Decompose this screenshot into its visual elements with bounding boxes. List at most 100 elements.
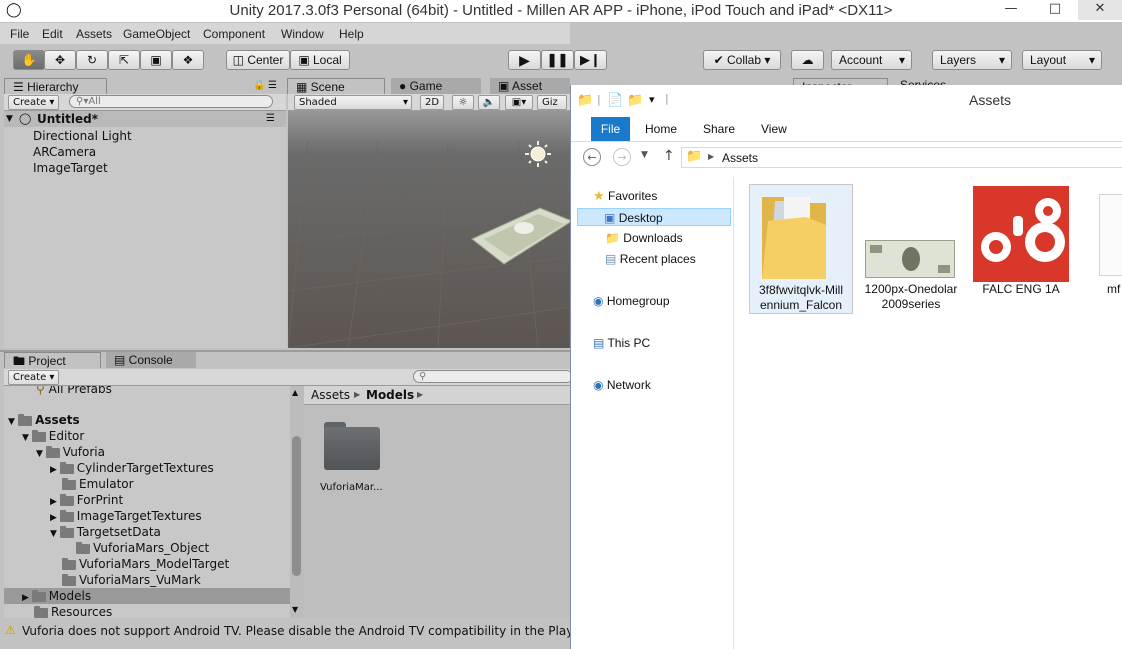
ribbon-file-tab[interactable]: File <box>591 117 630 141</box>
nav-this-pc[interactable]: ▤ This PC <box>593 334 650 352</box>
menu-component[interactable]: Component <box>203 27 265 41</box>
expand-arrow-icon[interactable]: ▼ <box>6 111 13 127</box>
file-item-millennium-falcon[interactable]: 3f8fwvitqlvk-Mill ennium_Falcon <box>749 184 853 314</box>
pivot-local-button[interactable]: ▣ Local <box>290 50 350 70</box>
file-item-falc-eng[interactable]: FALC ENG 1A <box>969 184 1073 314</box>
hierarchy-item-imagetarget[interactable]: ImageTarget <box>33 160 108 176</box>
scene-view[interactable] <box>288 111 570 348</box>
tree-forprint[interactable]: ▶ ForPrint <box>50 492 123 508</box>
tree-editor[interactable]: ▼ Editor <box>22 428 84 444</box>
account-dropdown[interactable]: Account ▾ <box>831 50 912 70</box>
forward-arrow-icon[interactable]: → <box>613 148 631 166</box>
nav-favorites[interactable]: ★ Favorites <box>593 187 657 205</box>
scroll-down-icon[interactable]: ▼ <box>292 605 298 614</box>
status-bar[interactable]: ⚠ Vuforia does not support Android TV. P… <box>0 620 586 649</box>
menu-file[interactable]: File <box>10 27 29 41</box>
tree-vuforiamars-vumark[interactable]: VuforiaMars_VuMark <box>62 572 201 588</box>
menu-edit[interactable]: Edit <box>42 27 63 41</box>
file-item-mf[interactable]: mf <box>1097 184 1122 314</box>
nav-downloads[interactable]: 📁 Downloads <box>605 229 683 247</box>
layers-dropdown[interactable]: Layers ▾ <box>932 50 1012 70</box>
play-icon[interactable]: ▶ <box>508 50 541 70</box>
file-item-onedollar[interactable]: 1200px-Onedolar 2009series <box>861 184 961 314</box>
shading-dropdown[interactable]: Shaded ▾ <box>294 95 412 110</box>
gizmos-dropdown[interactable]: Giz <box>537 95 567 110</box>
tab-asset-store[interactable]: ▣ Asset Store <box>490 78 570 109</box>
tree-vuforia[interactable]: ▼ Vuforia <box>36 444 105 460</box>
tree-resources[interactable]: Resources <box>34 604 112 618</box>
tree-emulator[interactable]: Emulator <box>62 476 134 492</box>
lighting-toggle-icon[interactable]: ☼ <box>452 95 474 110</box>
ribbon-share-tab[interactable]: Share <box>703 117 735 141</box>
menu-assets[interactable]: Assets <box>76 27 112 41</box>
tree-models[interactable]: ▶ Models <box>4 588 290 604</box>
recent-locations-icon[interactable]: ▼ <box>641 150 648 160</box>
scene-row[interactable]: ▼ ◯ Untitled* ☰ <box>4 111 286 127</box>
nav-network[interactable]: ◉ Network <box>593 376 651 394</box>
nav-recent-places[interactable]: ▤ Recent places <box>605 250 696 268</box>
tree-targetsetdata[interactable]: ▼ TargetsetData <box>50 524 161 540</box>
tree-vuforiamars-modeltarget[interactable]: VuforiaMars_ModelTarget <box>62 556 229 572</box>
properties-icon[interactable]: 📄 <box>607 93 623 108</box>
project-search-input[interactable]: ⚲ <box>413 370 573 383</box>
breadcrumb-models[interactable]: Models <box>366 387 414 403</box>
audio-toggle-icon[interactable]: 🔈 <box>478 95 500 110</box>
hierarchy-search-input[interactable]: ⚲▾All <box>69 95 273 108</box>
hierarchy-item-directional-light[interactable]: Directional Light <box>33 128 132 144</box>
cloud-icon[interactable]: ☁ <box>791 50 824 70</box>
navigation-pane: ★ Favorites ▣ Desktop 📁 Downloads ▤ Rece… <box>571 177 734 649</box>
project-create-button[interactable]: Create ▾ <box>8 370 60 385</box>
ribbon-home-tab[interactable]: Home <box>645 117 677 141</box>
step-icon[interactable]: ▶❙ <box>574 50 607 70</box>
lock-icon[interactable]: 🔒 <box>253 80 265 91</box>
scene-menu-icon[interactable]: ☰ <box>266 111 275 127</box>
menu-gameobject[interactable]: GameObject <box>123 27 190 41</box>
tree-vuforiamars-object[interactable]: VuforiaMars_Object <box>76 540 209 556</box>
tree-cylindertargettextures[interactable]: ▶ CylinderTargetTextures <box>50 460 214 476</box>
scene-tab-label: Scene <box>310 80 345 94</box>
tab-project[interactable]: 🖿 Project <box>4 352 101 368</box>
nav-desktop[interactable]: ▣ Desktop <box>577 208 731 226</box>
up-arrow-icon[interactable]: ↑ <box>663 148 675 164</box>
menu-window[interactable]: Window <box>281 27 324 41</box>
scale-tool-icon[interactable]: ⇱ <box>108 50 140 70</box>
tab-hierarchy[interactable]: ☰ Hierarchy <box>4 78 107 94</box>
maximize-button[interactable]: □ <box>1034 0 1076 20</box>
ribbon-view-tab[interactable]: View <box>761 117 787 141</box>
tree-imagetargettextures[interactable]: ▶ ImageTargetTextures <box>50 508 202 524</box>
toggle-2d-button[interactable]: 2D <box>420 95 444 110</box>
hierarchy-create-button[interactable]: Create ▾ <box>8 95 60 110</box>
layout-dropdown[interactable]: Layout ▾ <box>1022 50 1102 70</box>
hierarchy-item-arcamera[interactable]: ARCamera <box>33 144 96 160</box>
scroll-thumb[interactable] <box>292 436 301 576</box>
breadcrumb-assets[interactable]: Assets <box>311 387 350 403</box>
tab-console[interactable]: ▤ Console <box>106 352 196 368</box>
effects-dropdown-icon[interactable]: ▣▾ <box>505 95 533 110</box>
pivot-center-button[interactable]: ◫ Center <box>226 50 290 70</box>
back-arrow-icon[interactable]: ← <box>583 148 601 166</box>
minimize-button[interactable]: — <box>990 0 1032 20</box>
hand-tool-icon[interactable]: ✋ <box>13 50 45 70</box>
close-button[interactable]: ✕ <box>1078 0 1122 20</box>
collab-dropdown[interactable]: ✔ Collab ▾ <box>703 50 781 70</box>
address-path[interactable]: Assets <box>722 149 758 167</box>
grid-folder-vuforiamar[interactable] <box>320 422 380 472</box>
pause-icon[interactable]: ❚❚ <box>541 50 574 70</box>
new-folder-icon[interactable]: 📁 <box>627 93 643 108</box>
nav-favorites-label: Favorites <box>608 189 658 203</box>
scroll-up-icon[interactable]: ▲ <box>292 388 298 397</box>
rotate-tool-icon[interactable]: ↻ <box>76 50 108 70</box>
tab-scene[interactable]: ▦ Scene <box>287 78 385 94</box>
move-tool-icon[interactable]: ✥ <box>44 50 76 70</box>
menu-help[interactable]: Help <box>339 27 364 41</box>
address-bar[interactable]: 📁 ▶ Assets <box>681 147 1122 168</box>
quick-access-dropdown-icon[interactable]: ▾ <box>649 93 655 106</box>
tab-game[interactable]: ● Game <box>391 78 481 94</box>
nav-homegroup[interactable]: ◉ Homegroup <box>593 292 670 310</box>
transform-tool-icon[interactable]: ❖ <box>172 50 204 70</box>
panel-menu-icon[interactable]: ☰ <box>268 80 277 91</box>
tree-scrollbar[interactable]: ▲ ▼ <box>290 386 304 618</box>
tree-assets[interactable]: ▼ Assets <box>8 412 80 428</box>
rect-tool-icon[interactable]: ▣ <box>140 50 172 70</box>
tree-all-prefabs[interactable]: ⚲ All Prefabs <box>36 386 112 397</box>
